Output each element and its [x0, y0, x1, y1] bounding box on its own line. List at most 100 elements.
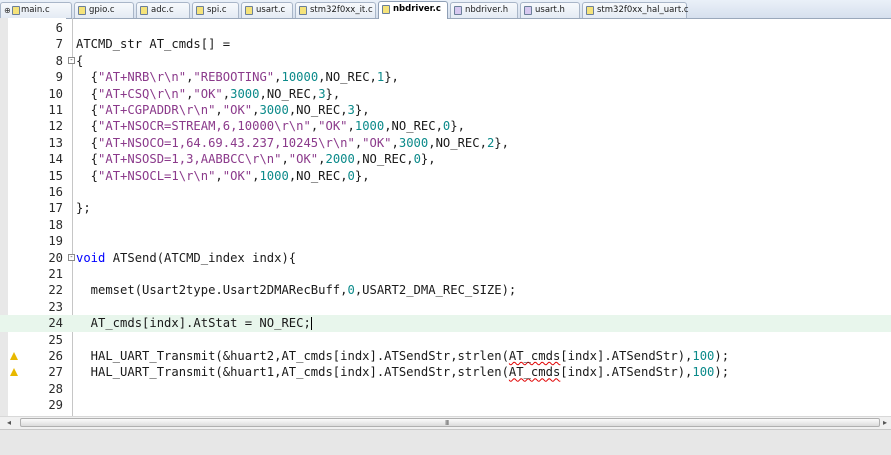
- line-number: 23: [48, 299, 63, 314]
- text-caret: [310, 317, 312, 331]
- code-text[interactable]: {"AT+NSOSD=1,3,AABBCC\r\n","OK",2000,NO_…: [76, 151, 436, 167]
- tab-label: stm32f0xx_hal_uart.c: [597, 5, 689, 15]
- file-tab-bar: ⊕ main.c gpio.c adc.c spi.c usart.c stm32f0xx_…: [0, 0, 891, 19]
- code-text[interactable]: memset(Usart2type.Usart2DMARecBuff,0,USA…: [76, 282, 517, 298]
- tab-label: usart.c: [256, 5, 286, 15]
- code-line-24[interactable]: 24 AT_cmds[indx].AtStat = NO_REC;: [0, 315, 891, 332]
- code-line-8[interactable]: 8-{: [0, 53, 891, 69]
- code-line-21[interactable]: 21: [0, 266, 891, 282]
- code-line-7[interactable]: 7 ATCMD_str AT_cmds[] =: [0, 36, 891, 52]
- pin-icon[interactable]: ⊕: [4, 4, 11, 18]
- code-line-26[interactable]: 26 HAL_UART_Transmit(&huart2,AT_cmds[ind…: [0, 348, 891, 364]
- code-line-29[interactable]: 29: [0, 397, 891, 413]
- code-text[interactable]: AT_cmds[indx].AtStat = NO_REC;: [76, 315, 312, 331]
- tab-main-c[interactable]: ⊕ main.c: [0, 2, 72, 18]
- scroll-right-arrow-icon[interactable]: ▸: [880, 418, 890, 428]
- line-number: 13: [48, 135, 63, 150]
- tab-usart-h[interactable]: usart.h: [520, 2, 580, 18]
- code-line-14[interactable]: 14 {"AT+NSOSD=1,3,AABBCC\r\n","OK",2000,…: [0, 151, 891, 167]
- line-number: 26: [48, 349, 63, 363]
- code-line-28[interactable]: 28: [0, 381, 891, 397]
- line-number: 25: [48, 332, 63, 347]
- code-text[interactable]: {: [76, 53, 83, 69]
- code-line-16[interactable]: 16: [0, 184, 891, 200]
- scroll-left-arrow-icon[interactable]: ◂: [4, 418, 14, 428]
- line-number: 17: [48, 201, 63, 216]
- tab-nbdriver-c[interactable]: nbdriver.c: [378, 1, 448, 19]
- code-line-18[interactable]: 18: [0, 217, 891, 233]
- tab-stm32f0xx-hal-uart-c[interactable]: stm32f0xx_hal_uart.c: [582, 2, 689, 18]
- line-number: 11: [48, 103, 63, 117]
- code-line-27[interactable]: 27 HAL_UART_Transmit(&huart1,AT_cmds[ind…: [0, 364, 891, 380]
- c-file-icon: [382, 5, 390, 14]
- line-number: 9: [55, 70, 63, 85]
- code-text[interactable]: ATCMD_str AT_cmds[] =: [76, 36, 230, 52]
- code-text[interactable]: {"AT+CGPADDR\r\n","OK",3000,NO_REC,3},: [76, 102, 370, 118]
- tab-label: stm32f0xx_it.c: [310, 5, 373, 15]
- tab-label: spi.c: [207, 5, 227, 15]
- line-number: 14: [48, 152, 63, 167]
- code-line-11[interactable]: 11 {"AT+CGPADDR\r\n","OK",3000,NO_REC,3}…: [0, 102, 891, 118]
- code-line-12[interactable]: 12 {"AT+NSOCR=STREAM,6,10000\r\n","OK",1…: [0, 118, 891, 134]
- tab-nbdriver-h[interactable]: nbdriver.h: [450, 2, 518, 18]
- c-file-icon: [12, 6, 20, 15]
- code-line-20[interactable]: 20- void ATSend(ATCMD_index indx){: [0, 250, 891, 266]
- c-file-icon: [140, 6, 148, 15]
- output-pane: [0, 429, 891, 455]
- line-number: 27: [48, 365, 63, 380]
- code-text[interactable]: {"AT+NSOCO=1,64.69.43.237,10245\r\n","OK…: [76, 135, 509, 151]
- code-line-15[interactable]: 15 {"AT+NSOCL=1\r\n","OK",1000,NO_REC,0}…: [0, 168, 891, 184]
- code-line-17[interactable]: 17};: [0, 200, 891, 216]
- code-line-13[interactable]: 13 {"AT+NSOCO=1,64.69.43.237,10245\r\n",…: [0, 135, 891, 151]
- c-file-icon: [586, 6, 594, 15]
- line-number: 21: [48, 267, 63, 281]
- line-number: 28: [48, 381, 63, 396]
- code-line-22[interactable]: 22 memset(Usart2type.Usart2DMARecBuff,0,…: [0, 282, 891, 298]
- tab-stm32f0xx-it-c[interactable]: stm32f0xx_it.c: [295, 2, 376, 18]
- code-text[interactable]: {"AT+NSOCR=STREAM,6,10000\r\n","OK",1000…: [76, 118, 465, 134]
- tab-label: gpio.c: [89, 5, 115, 15]
- c-file-icon: [299, 6, 307, 15]
- code-editor[interactable]: 6 7 ATCMD_str AT_cmds[] = 8-{9 {"AT+NRB\r\n…: [0, 18, 891, 416]
- line-number: 19: [48, 234, 63, 249]
- header-file-icon: [524, 6, 532, 15]
- line-number: 18: [48, 217, 63, 232]
- tab-adc-c[interactable]: adc.c: [136, 2, 190, 18]
- line-number: 15: [48, 168, 63, 183]
- fold-toggle-icon[interactable]: -: [68, 56, 75, 64]
- code-text[interactable]: {"AT+NSOCL=1\r\n","OK",1000,NO_REC,0},: [76, 168, 370, 184]
- line-number: 20: [48, 250, 63, 265]
- tab-usart-c[interactable]: usart.c: [241, 2, 293, 18]
- c-file-icon: [78, 6, 86, 15]
- code-text[interactable]: {"AT+CSQ\r\n","OK",3000,NO_REC,3},: [76, 86, 341, 102]
- line-number: 24: [48, 316, 63, 331]
- tab-label: main.c: [21, 5, 50, 15]
- tab-spi-c[interactable]: spi.c: [192, 2, 239, 18]
- code-line-23[interactable]: 23: [0, 299, 891, 315]
- tab-label: usart.h: [535, 5, 565, 15]
- code-line-6[interactable]: 6: [0, 20, 891, 36]
- line-number: 16: [48, 185, 63, 199]
- scrollbar-grip: III: [445, 419, 449, 427]
- code-text[interactable]: };: [76, 200, 91, 216]
- code-text[interactable]: HAL_UART_Transmit(&huart2,AT_cmds[indx].…: [76, 348, 729, 364]
- scrollbar-thumb[interactable]: III: [20, 418, 880, 427]
- line-number: 10: [48, 86, 63, 101]
- line-number: 12: [48, 119, 63, 134]
- line-number: 29: [48, 398, 63, 413]
- line-number: 6: [55, 21, 63, 35]
- code-line-9[interactable]: 9 {"AT+NRB\r\n","REBOOTING",10000,NO_REC…: [0, 69, 891, 85]
- tab-label: nbdriver.c: [393, 4, 441, 14]
- tab-label: nbdriver.h: [465, 5, 509, 15]
- code-text[interactable]: HAL_UART_Transmit(&huart1,AT_cmds[indx].…: [76, 364, 729, 380]
- code-text[interactable]: {"AT+NRB\r\n","REBOOTING",10000,NO_REC,1…: [76, 69, 399, 85]
- horizontal-scrollbar[interactable]: ◂ III ▸: [0, 416, 891, 429]
- fold-toggle-icon[interactable]: -: [68, 253, 75, 261]
- line-number: 8: [55, 53, 63, 68]
- code-line-19[interactable]: 19: [0, 233, 891, 249]
- code-line-25[interactable]: 25: [0, 332, 891, 348]
- tab-gpio-c[interactable]: gpio.c: [74, 2, 134, 18]
- code-text[interactable]: void ATSend(ATCMD_index indx){: [76, 250, 296, 266]
- line-number: 22: [48, 283, 63, 298]
- code-line-10[interactable]: 10 {"AT+CSQ\r\n","OK",3000,NO_REC,3},: [0, 86, 891, 102]
